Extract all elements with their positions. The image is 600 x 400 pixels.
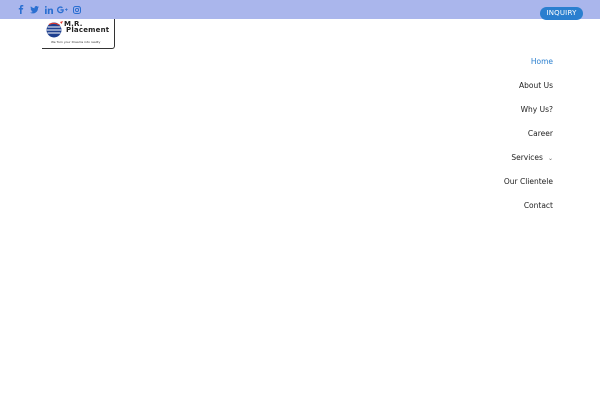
nav-item-about-us[interactable]: About Us: [504, 79, 553, 103]
facebook-icon[interactable]: [15, 4, 26, 15]
nav-item-label: Why Us?: [520, 105, 553, 114]
linkedin-icon[interactable]: [43, 4, 54, 15]
social-links: [15, 4, 85, 15]
logo-tagline: We Turn your Dreams into reality: [51, 40, 101, 44]
nav-item-our-clientele[interactable]: Our Clientele: [504, 175, 553, 199]
inquiry-button[interactable]: INQUIRY: [540, 7, 583, 20]
site-logo[interactable]: M.R. Placement We Turn your Dreams into …: [42, 19, 116, 50]
nav-item-services[interactable]: Services ⌄: [504, 151, 553, 175]
globe-icon: [46, 21, 63, 38]
nav-item-label: Services: [511, 153, 543, 162]
instagram-icon[interactable]: [71, 4, 82, 15]
nav-item-home[interactable]: Home: [504, 55, 553, 79]
chevron-down-icon: ⌄: [547, 155, 553, 162]
nav-item-label: Our Clientele: [503, 177, 553, 186]
twitter-icon[interactable]: [29, 4, 40, 15]
nav-item-career[interactable]: Career: [504, 127, 553, 151]
google-plus-icon[interactable]: [57, 4, 68, 15]
main-navigation: Home About Us Why Us? Career Services ⌄ O…: [504, 55, 553, 223]
nav-item-label: Contact: [523, 201, 553, 210]
nav-item-label: Home: [530, 57, 553, 66]
nav-item-label: Career: [527, 129, 553, 138]
nav-item-label: About Us: [519, 81, 553, 90]
nav-item-why-us[interactable]: Why Us?: [504, 103, 553, 127]
logo-name-line2: Placement: [66, 26, 110, 34]
top-bar: INQUIRY: [0, 0, 600, 20]
nav-item-contact[interactable]: Contact: [504, 199, 553, 223]
